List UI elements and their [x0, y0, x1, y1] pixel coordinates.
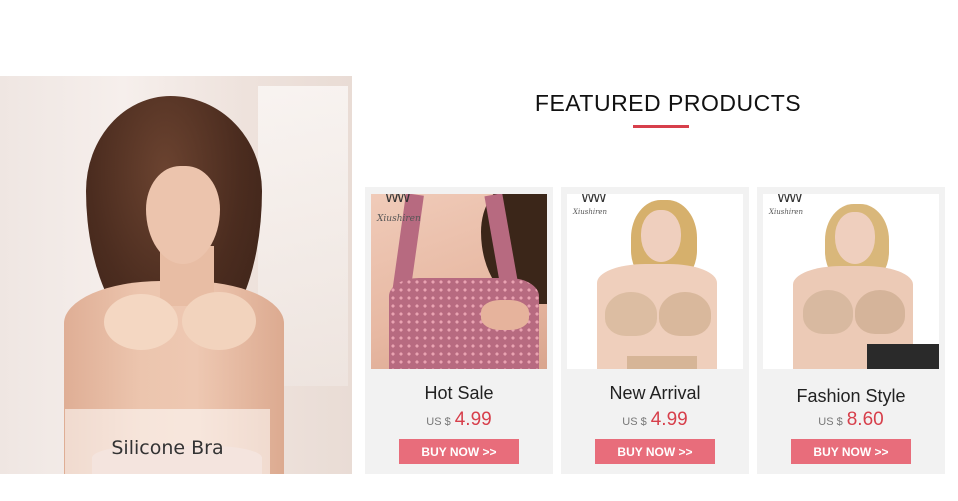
buy-now-button[interactable]: BUY NOW >>	[791, 439, 911, 464]
hero-silicone-cup-left	[104, 294, 178, 350]
product-model-hand	[481, 300, 529, 330]
product-price: US $8.60	[757, 409, 945, 431]
product-image[interactable]: ꓪꓪ Xiushiren	[371, 194, 547, 369]
price-amount: 4.99	[650, 409, 688, 430]
price-amount: 8.60	[846, 409, 884, 430]
price-amount: 4.99	[454, 409, 492, 430]
section-title-underline	[633, 125, 689, 128]
buy-now-button[interactable]: BUY NOW >>	[399, 439, 519, 464]
brand-name: Xiushiren	[573, 208, 608, 216]
price-currency: US $	[622, 416, 647, 428]
brand-name: Xiushiren	[377, 214, 421, 224]
product-model-face	[641, 210, 681, 262]
product-price: US $4.99	[365, 409, 553, 431]
hero-label-box[interactable]: Silicone Bra	[65, 409, 270, 474]
buy-now-button[interactable]: BUY NOW >>	[595, 439, 715, 464]
product-name[interactable]: Hot Sale	[365, 383, 553, 404]
product-price: US $4.99	[561, 409, 749, 431]
product-bra-cup-right	[659, 292, 711, 336]
hero-silicone-cup-right	[182, 292, 256, 350]
product-image[interactable]: ꓪꓪ Xiushiren	[763, 194, 939, 369]
product-name[interactable]: New Arrival	[561, 383, 749, 404]
brand-logo-icon: ꓪꓪ	[581, 194, 607, 206]
product-lace-bra-cup-left	[803, 290, 853, 334]
brand-logo-icon: ꓪꓪ	[385, 194, 411, 206]
product-bra-cup-left	[605, 292, 657, 336]
product-name[interactable]: Fashion Style	[757, 386, 945, 407]
price-currency: US $	[818, 416, 843, 428]
product-black-garment	[867, 344, 939, 369]
product-image[interactable]: ꓪꓪ Xiushiren	[567, 194, 743, 369]
hero-label[interactable]: Silicone Bra	[111, 437, 223, 459]
product-card[interactable]: ꓪꓪ Xiushiren New Arrival US $4.99 BUY NO…	[561, 187, 749, 474]
product-model-face	[835, 212, 875, 264]
price-currency: US $	[426, 416, 451, 428]
product-card[interactable]: ꓪꓪ Xiushiren Fashion Style US $8.60 BUY …	[757, 187, 945, 474]
product-card[interactable]: ꓪꓪ Xiushiren Hot Sale US $4.99 BUY NOW >…	[365, 187, 553, 474]
hero-banner[interactable]: Silicone Bra	[0, 76, 352, 474]
brand-name: Xiushiren	[769, 208, 804, 216]
section-title: FEATURED PRODUCTS	[534, 90, 802, 116]
brand-logo-icon: ꓪꓪ	[777, 194, 803, 206]
product-lace-bra-cup-right	[855, 290, 905, 334]
product-brief	[627, 356, 697, 369]
